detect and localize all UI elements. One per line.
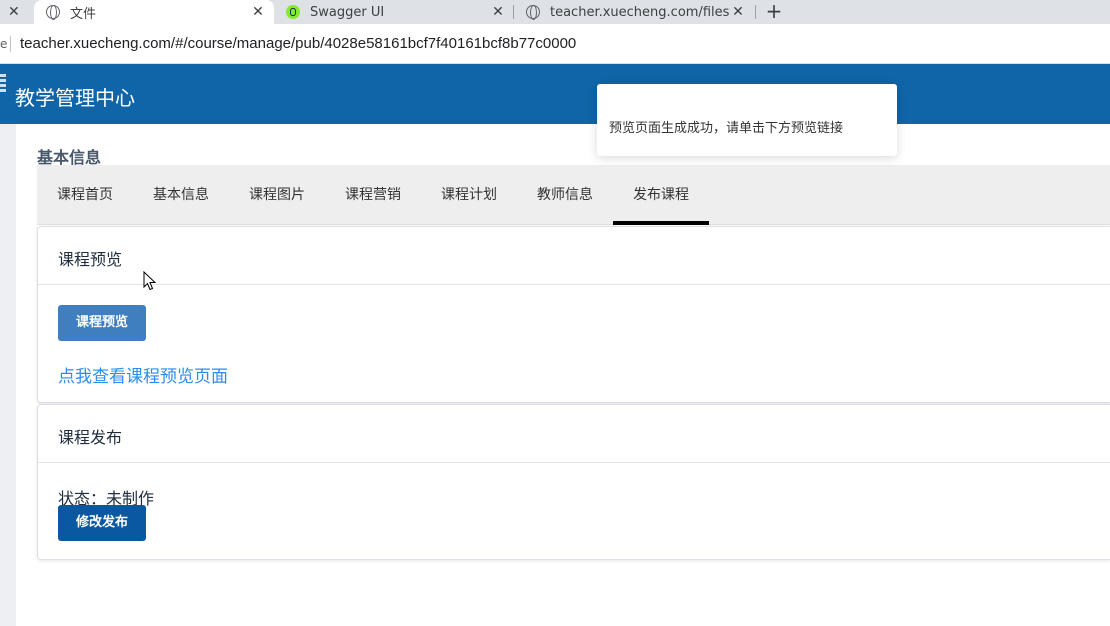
app-title: 教学管理中心 xyxy=(15,86,135,110)
tab-label: 课程计划 xyxy=(441,187,497,203)
preview-page-link[interactable]: 点我查看课程预览页面 xyxy=(58,362,228,387)
preview-panel: 课程预览 课程预览 点我查看课程预览页面 xyxy=(37,226,1110,403)
globe-icon xyxy=(526,5,540,20)
active-tab-indicator xyxy=(613,221,709,225)
panel-title: 课程预览 xyxy=(58,250,123,269)
globe-icon xyxy=(46,5,60,20)
browser-tab-title: Swagger UI xyxy=(310,4,385,20)
swagger-icon xyxy=(286,5,300,19)
new-tab-button[interactable]: + xyxy=(762,0,786,24)
panel-title: 课程发布 xyxy=(58,428,123,447)
browser-tab-filesystem[interactable]: teacher.xuecheng.com/filesyst ✕ xyxy=(514,0,754,24)
address-bar-divider xyxy=(10,36,11,52)
tab-label: 发布课程 xyxy=(633,187,689,203)
tab-label: 基本信息 xyxy=(153,187,209,203)
address-bar-edge-text: e xyxy=(0,37,8,51)
browser-tab-title: 文件 xyxy=(70,6,97,22)
tab-course-marketing[interactable]: 课程营销 xyxy=(325,165,421,225)
tab-basic-info[interactable]: 基本信息 xyxy=(133,165,229,225)
close-tab-icon[interactable]: ✕ xyxy=(8,0,20,24)
panel-header: 课程发布 xyxy=(38,405,1110,463)
tab-teacher-info[interactable]: 教师信息 xyxy=(517,165,613,225)
mouse-cursor-icon xyxy=(143,271,157,291)
close-tab-icon[interactable]: ✕ xyxy=(250,4,266,20)
tab-separator xyxy=(755,5,756,19)
close-tab-icon[interactable]: ✕ xyxy=(490,4,506,20)
tab-label: 课程图片 xyxy=(249,187,305,203)
app-header: 教学管理中心 xyxy=(0,64,1110,124)
modify-publish-button[interactable]: 修改发布 xyxy=(58,505,146,541)
address-bar[interactable]: e teacher.xuecheng.com/#/course/manage/p… xyxy=(0,24,1110,64)
panel-header: 课程预览 xyxy=(38,227,1110,285)
url-text[interactable]: teacher.xuecheng.com/#/course/manage/pub… xyxy=(20,35,576,52)
logo-icon xyxy=(0,74,6,96)
left-rail xyxy=(0,124,16,626)
browser-tab-strip: ✕ 文件 ✕ Swagger UI ✕ teacher.xuecheng.com… xyxy=(0,0,1110,24)
course-nav-tabs: 课程首页 基本信息 课程图片 课程营销 课程计划 教师信息 发布课程 xyxy=(37,165,1110,225)
close-tab-icon[interactable]: ✕ xyxy=(730,4,746,20)
tab-label: 课程营销 xyxy=(345,187,401,203)
publish-panel: 课程发布 状态：未制作 修改发布 xyxy=(37,404,1110,560)
tab-course-home[interactable]: 课程首页 xyxy=(37,165,133,225)
tab-label: 教师信息 xyxy=(537,187,593,203)
tab-publish-course[interactable]: 发布课程 xyxy=(613,165,709,225)
browser-tab-title: teacher.xuecheng.com/filesyst xyxy=(550,4,730,20)
tab-label: 课程首页 xyxy=(57,187,113,203)
tab-course-plan[interactable]: 课程计划 xyxy=(421,165,517,225)
tab-course-images[interactable]: 课程图片 xyxy=(229,165,325,225)
course-preview-button[interactable]: 课程预览 xyxy=(58,305,146,341)
browser-tab-files[interactable]: 文件 ✕ xyxy=(34,0,274,24)
success-toast: 预览页面生成成功，请单击下方预览链接 xyxy=(597,84,897,156)
browser-tab-swagger[interactable]: Swagger UI ✕ xyxy=(274,0,514,24)
toast-message: 预览页面生成成功，请单击下方预览链接 xyxy=(609,121,844,136)
